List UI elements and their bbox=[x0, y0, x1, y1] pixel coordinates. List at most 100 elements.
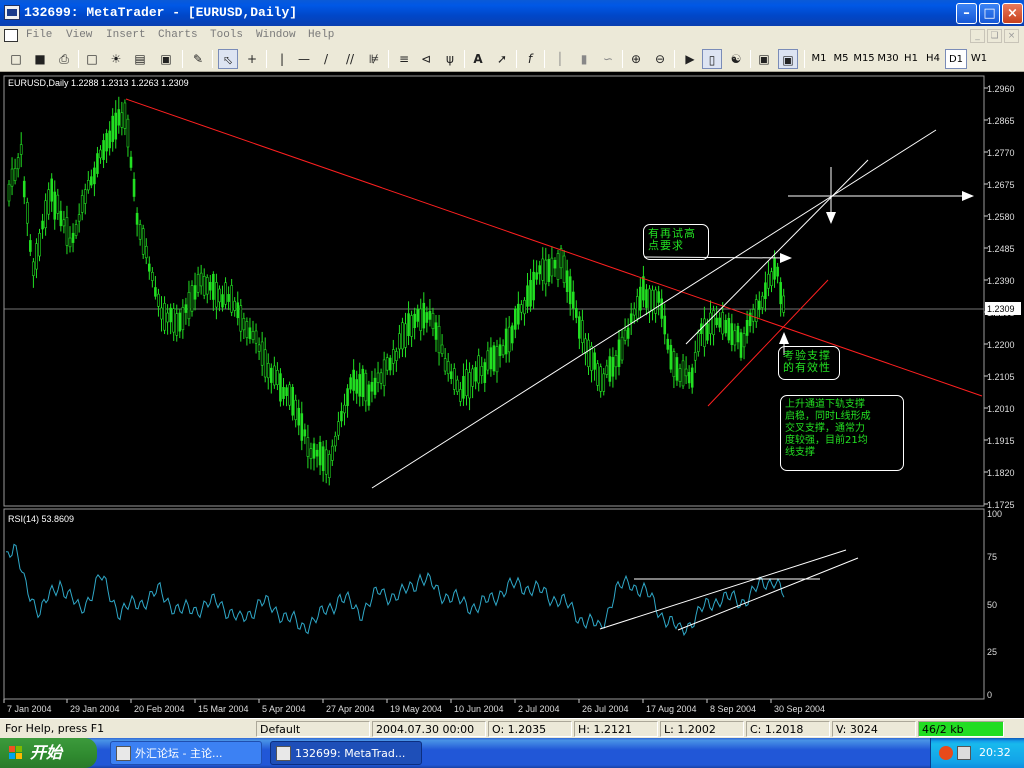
menu-help[interactable]: Help bbox=[308, 29, 334, 41]
close-button[interactable]: × bbox=[1002, 3, 1023, 24]
candle-body bbox=[44, 200, 47, 229]
menu-tools[interactable]: Tools bbox=[210, 29, 243, 41]
status-bar: For Help, press F1 Default 2004.07.30 00… bbox=[0, 718, 1024, 738]
expert-advisors-icon[interactable]: ☯ bbox=[726, 49, 746, 69]
title-bar[interactable]: 132699: MetaTrader - [EURUSD,Daily] – □ … bbox=[0, 0, 1024, 26]
chart-header: EURUSD,Daily 1.2288 1.2313 1.2263 1.2309 bbox=[8, 78, 189, 88]
arrow-label-icon[interactable]: ➚ bbox=[492, 49, 512, 69]
properties-icon[interactable]: ▤ bbox=[130, 49, 150, 69]
vertical-line-icon[interactable]: | bbox=[272, 49, 292, 69]
arrow-down-target bbox=[826, 212, 836, 224]
current-price-label: 1.2309 bbox=[987, 304, 1015, 314]
candle-body bbox=[312, 443, 316, 459]
timeframe-m15[interactable]: M15 bbox=[852, 49, 876, 69]
candle-body bbox=[666, 338, 670, 350]
zoom-in-icon[interactable]: ⊕ bbox=[626, 49, 646, 69]
tray-clock: 20:32 bbox=[979, 746, 1011, 759]
candle-body bbox=[388, 357, 392, 371]
candle-body bbox=[361, 368, 365, 398]
channel-icon[interactable]: // bbox=[340, 49, 360, 69]
new-chart-icon[interactable]: □ bbox=[6, 49, 26, 69]
print-icon[interactable]: ⎙ bbox=[54, 49, 74, 69]
menu-charts[interactable]: Charts bbox=[158, 29, 198, 41]
horizontal-line-icon[interactable]: — bbox=[294, 49, 314, 69]
fibonacci-icon[interactable]: ≡ bbox=[394, 49, 414, 69]
child-minimize-button[interactable]: _ bbox=[970, 29, 985, 43]
candle-body bbox=[291, 386, 294, 416]
tray-network-icon[interactable] bbox=[957, 746, 971, 760]
trendline-icon[interactable]: / bbox=[316, 49, 336, 69]
menu-window[interactable]: Window bbox=[256, 29, 296, 41]
annotation-retest-high: 有再试高 点要求 bbox=[643, 224, 709, 260]
candle-body bbox=[480, 366, 484, 376]
task-metatrader-window[interactable]: 132699: MetaTrad... bbox=[270, 741, 422, 765]
timeframe-h1[interactable]: H1 bbox=[900, 49, 922, 69]
timeframe-m30[interactable]: M30 bbox=[876, 49, 900, 69]
candle-body bbox=[440, 344, 444, 355]
candle-body bbox=[96, 153, 99, 174]
candle-body bbox=[559, 248, 563, 269]
candle-body bbox=[19, 144, 23, 155]
candle-body bbox=[248, 327, 252, 339]
pitchfork-icon[interactable]: ⊯ bbox=[364, 49, 384, 69]
candle-body bbox=[148, 263, 151, 272]
cursor-icon[interactable]: ⬁ bbox=[218, 49, 238, 69]
rsi-axis-label: 100 bbox=[987, 509, 1002, 519]
gann-icon[interactable]: ψ bbox=[440, 49, 460, 69]
menu-insert[interactable]: Insert bbox=[106, 29, 146, 41]
date-label: 2 Jul 2004 bbox=[518, 704, 560, 714]
candle-body bbox=[7, 183, 11, 202]
candle-body bbox=[187, 292, 191, 320]
price-label: 1.2580 bbox=[987, 212, 1015, 222]
minimize-button[interactable]: – bbox=[956, 3, 977, 24]
save-icon[interactable]: ■ bbox=[30, 49, 50, 69]
candle-body bbox=[767, 273, 770, 289]
candle-body bbox=[68, 237, 72, 248]
zoom-out-icon[interactable]: ⊖ bbox=[650, 49, 670, 69]
candle-body bbox=[425, 312, 429, 323]
chart-shift-icon[interactable]: ▯ bbox=[702, 49, 722, 69]
candle-body bbox=[370, 381, 374, 392]
indicators-icon[interactable]: f bbox=[520, 49, 540, 69]
maximize-button[interactable]: □ bbox=[979, 3, 1000, 24]
menu-view[interactable]: View bbox=[66, 29, 92, 41]
chart-window-active-icon[interactable]: ▣ bbox=[778, 49, 798, 69]
open-icon[interactable]: □ bbox=[82, 49, 102, 69]
child-close-button[interactable]: × bbox=[1004, 29, 1019, 43]
autoscroll-icon[interactable]: ▶ bbox=[680, 49, 700, 69]
crosshair-icon[interactable]: + bbox=[242, 49, 262, 69]
candle-body bbox=[53, 191, 57, 220]
candle-body bbox=[285, 387, 288, 396]
timeframe-h4[interactable]: H4 bbox=[922, 49, 944, 69]
timeframe-w1[interactable]: W1 bbox=[968, 49, 990, 69]
task-forum-window[interactable]: 外汇论坛 - 主论... bbox=[110, 741, 262, 765]
templates-icon[interactable]: ☀ bbox=[106, 49, 126, 69]
start-button[interactable]: 开始 bbox=[0, 738, 97, 768]
pencil-icon[interactable]: ✎ bbox=[188, 49, 208, 69]
rsi-axis-label: 75 bbox=[987, 552, 997, 562]
timeframe-d1[interactable]: D1 bbox=[945, 49, 967, 69]
fan-icon[interactable]: ⊲ bbox=[416, 49, 436, 69]
status-traffic: 46/2 kb bbox=[918, 721, 1004, 737]
candle-body bbox=[391, 349, 395, 364]
child-restore-button[interactable]: ❏ bbox=[987, 29, 1002, 43]
toolbar: □ ■ ⎙ □ ☀ ▤ ▣ ✎ ⬁ + | — / // ⊯ ≡ ⊲ ψ A ➚… bbox=[0, 46, 1024, 72]
candle-body bbox=[663, 315, 667, 335]
bar-chart-icon[interactable]: │ bbox=[550, 49, 570, 69]
candle-body bbox=[260, 341, 264, 366]
history-center-icon[interactable]: ▣ bbox=[156, 49, 176, 69]
chart-window[interactable]: 1.2960 1.2865 1.2770 1.2675 1.2580 1.2485 1.23… bbox=[0, 72, 1024, 718]
price-label: 1.2010 bbox=[987, 404, 1015, 414]
candle-body bbox=[538, 265, 542, 275]
candle-chart-icon[interactable]: ▮ bbox=[574, 49, 594, 69]
candle-body bbox=[657, 291, 660, 303]
tray-app-icon[interactable] bbox=[939, 746, 953, 760]
timeframe-m5[interactable]: M5 bbox=[830, 49, 852, 69]
chart-window-icon[interactable]: ▣ bbox=[754, 49, 774, 69]
metatrader-icon bbox=[276, 746, 291, 761]
menu-file[interactable]: File bbox=[26, 29, 52, 41]
text-icon[interactable]: A bbox=[468, 49, 488, 69]
line-chart-icon[interactable]: ∽ bbox=[598, 49, 618, 69]
status-close: C: 1.2018 bbox=[746, 721, 830, 737]
timeframe-m1[interactable]: M1 bbox=[808, 49, 830, 69]
